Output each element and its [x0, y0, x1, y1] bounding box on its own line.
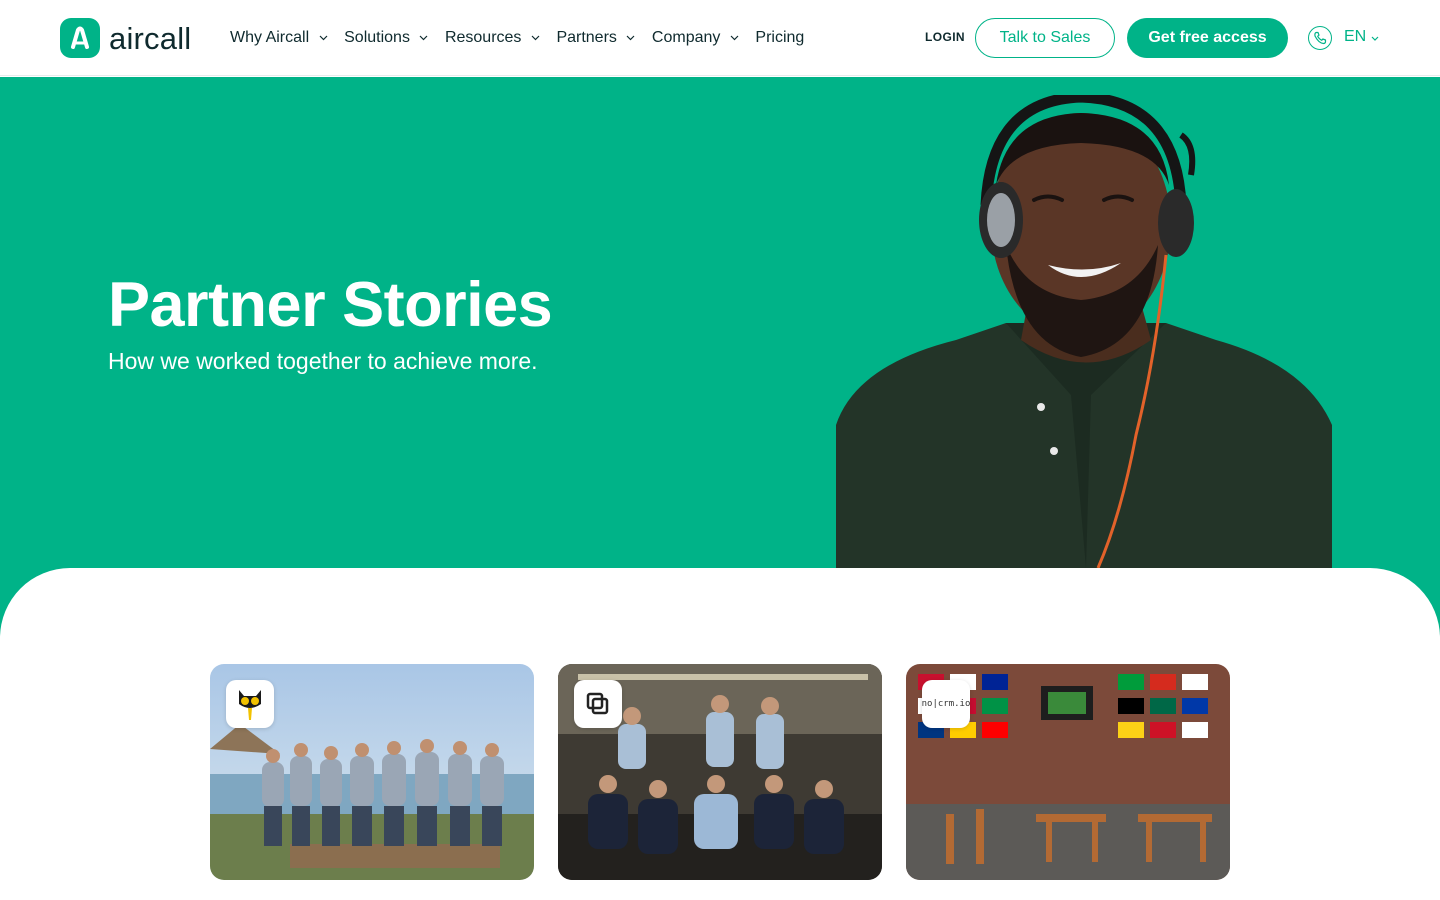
login-link[interactable]: LOGIN [925, 30, 965, 44]
hero-section: Partner Stories How we worked together t… [0, 77, 1440, 637]
overlapping-squares-icon [574, 680, 622, 728]
language-selector[interactable]: EN [1344, 28, 1379, 46]
main-nav: Why Aircall Solutions Resources Partners… [230, 26, 804, 50]
chevron-down-icon [318, 33, 328, 43]
chevron-down-icon [530, 33, 540, 43]
nav-company[interactable]: Company [652, 29, 755, 47]
chevron-down-icon [419, 33, 429, 43]
cat-glasses-icon [226, 680, 274, 728]
chevron-down-icon [1371, 28, 1379, 46]
nocrm-logo-text: no|crm.io [921, 699, 971, 709]
nav-partners-label: Partners [556, 29, 617, 46]
chevron-down-icon [626, 33, 636, 43]
nav-resources[interactable]: Resources [445, 29, 556, 47]
page-title: Partner Stories [108, 270, 553, 340]
nav-pricing-label: Pricing [755, 29, 805, 46]
get-free-access-button[interactable]: Get free access [1127, 18, 1288, 58]
top-navigation-bar: aircall Why Aircall Solutions Resources … [0, 0, 1440, 76]
language-label: EN [1344, 28, 1367, 45]
talk-to-sales-button[interactable]: Talk to Sales [975, 18, 1115, 58]
nav-partners[interactable]: Partners [556, 29, 651, 47]
nav-company-label: Company [651, 29, 721, 46]
chevron-down-icon [729, 33, 739, 43]
partner-story-card-1[interactable] [210, 664, 534, 880]
aircall-logo-mark-icon [60, 18, 100, 58]
partner-story-card-2[interactable] [558, 664, 882, 880]
nav-why-aircall-label: Why Aircall [230, 29, 310, 46]
logo-wordmark: aircall [109, 20, 192, 56]
nav-resources-label: Resources [444, 29, 522, 46]
partner-story-card-3[interactable]: no|crm.io [906, 664, 1230, 880]
nav-pricing[interactable]: Pricing [755, 29, 804, 47]
nav-solutions-label: Solutions [344, 29, 410, 46]
phone-icon[interactable] [1308, 26, 1332, 50]
nocrm-logo: no|crm.io [922, 680, 970, 728]
nav-solutions[interactable]: Solutions [344, 29, 445, 47]
hero-person-with-headset-image [836, 95, 1332, 568]
page-subtitle: How we worked together to achieve more. [108, 348, 538, 374]
aircall-logo[interactable]: aircall [60, 18, 191, 58]
nav-why-aircall[interactable]: Why Aircall [230, 29, 344, 47]
